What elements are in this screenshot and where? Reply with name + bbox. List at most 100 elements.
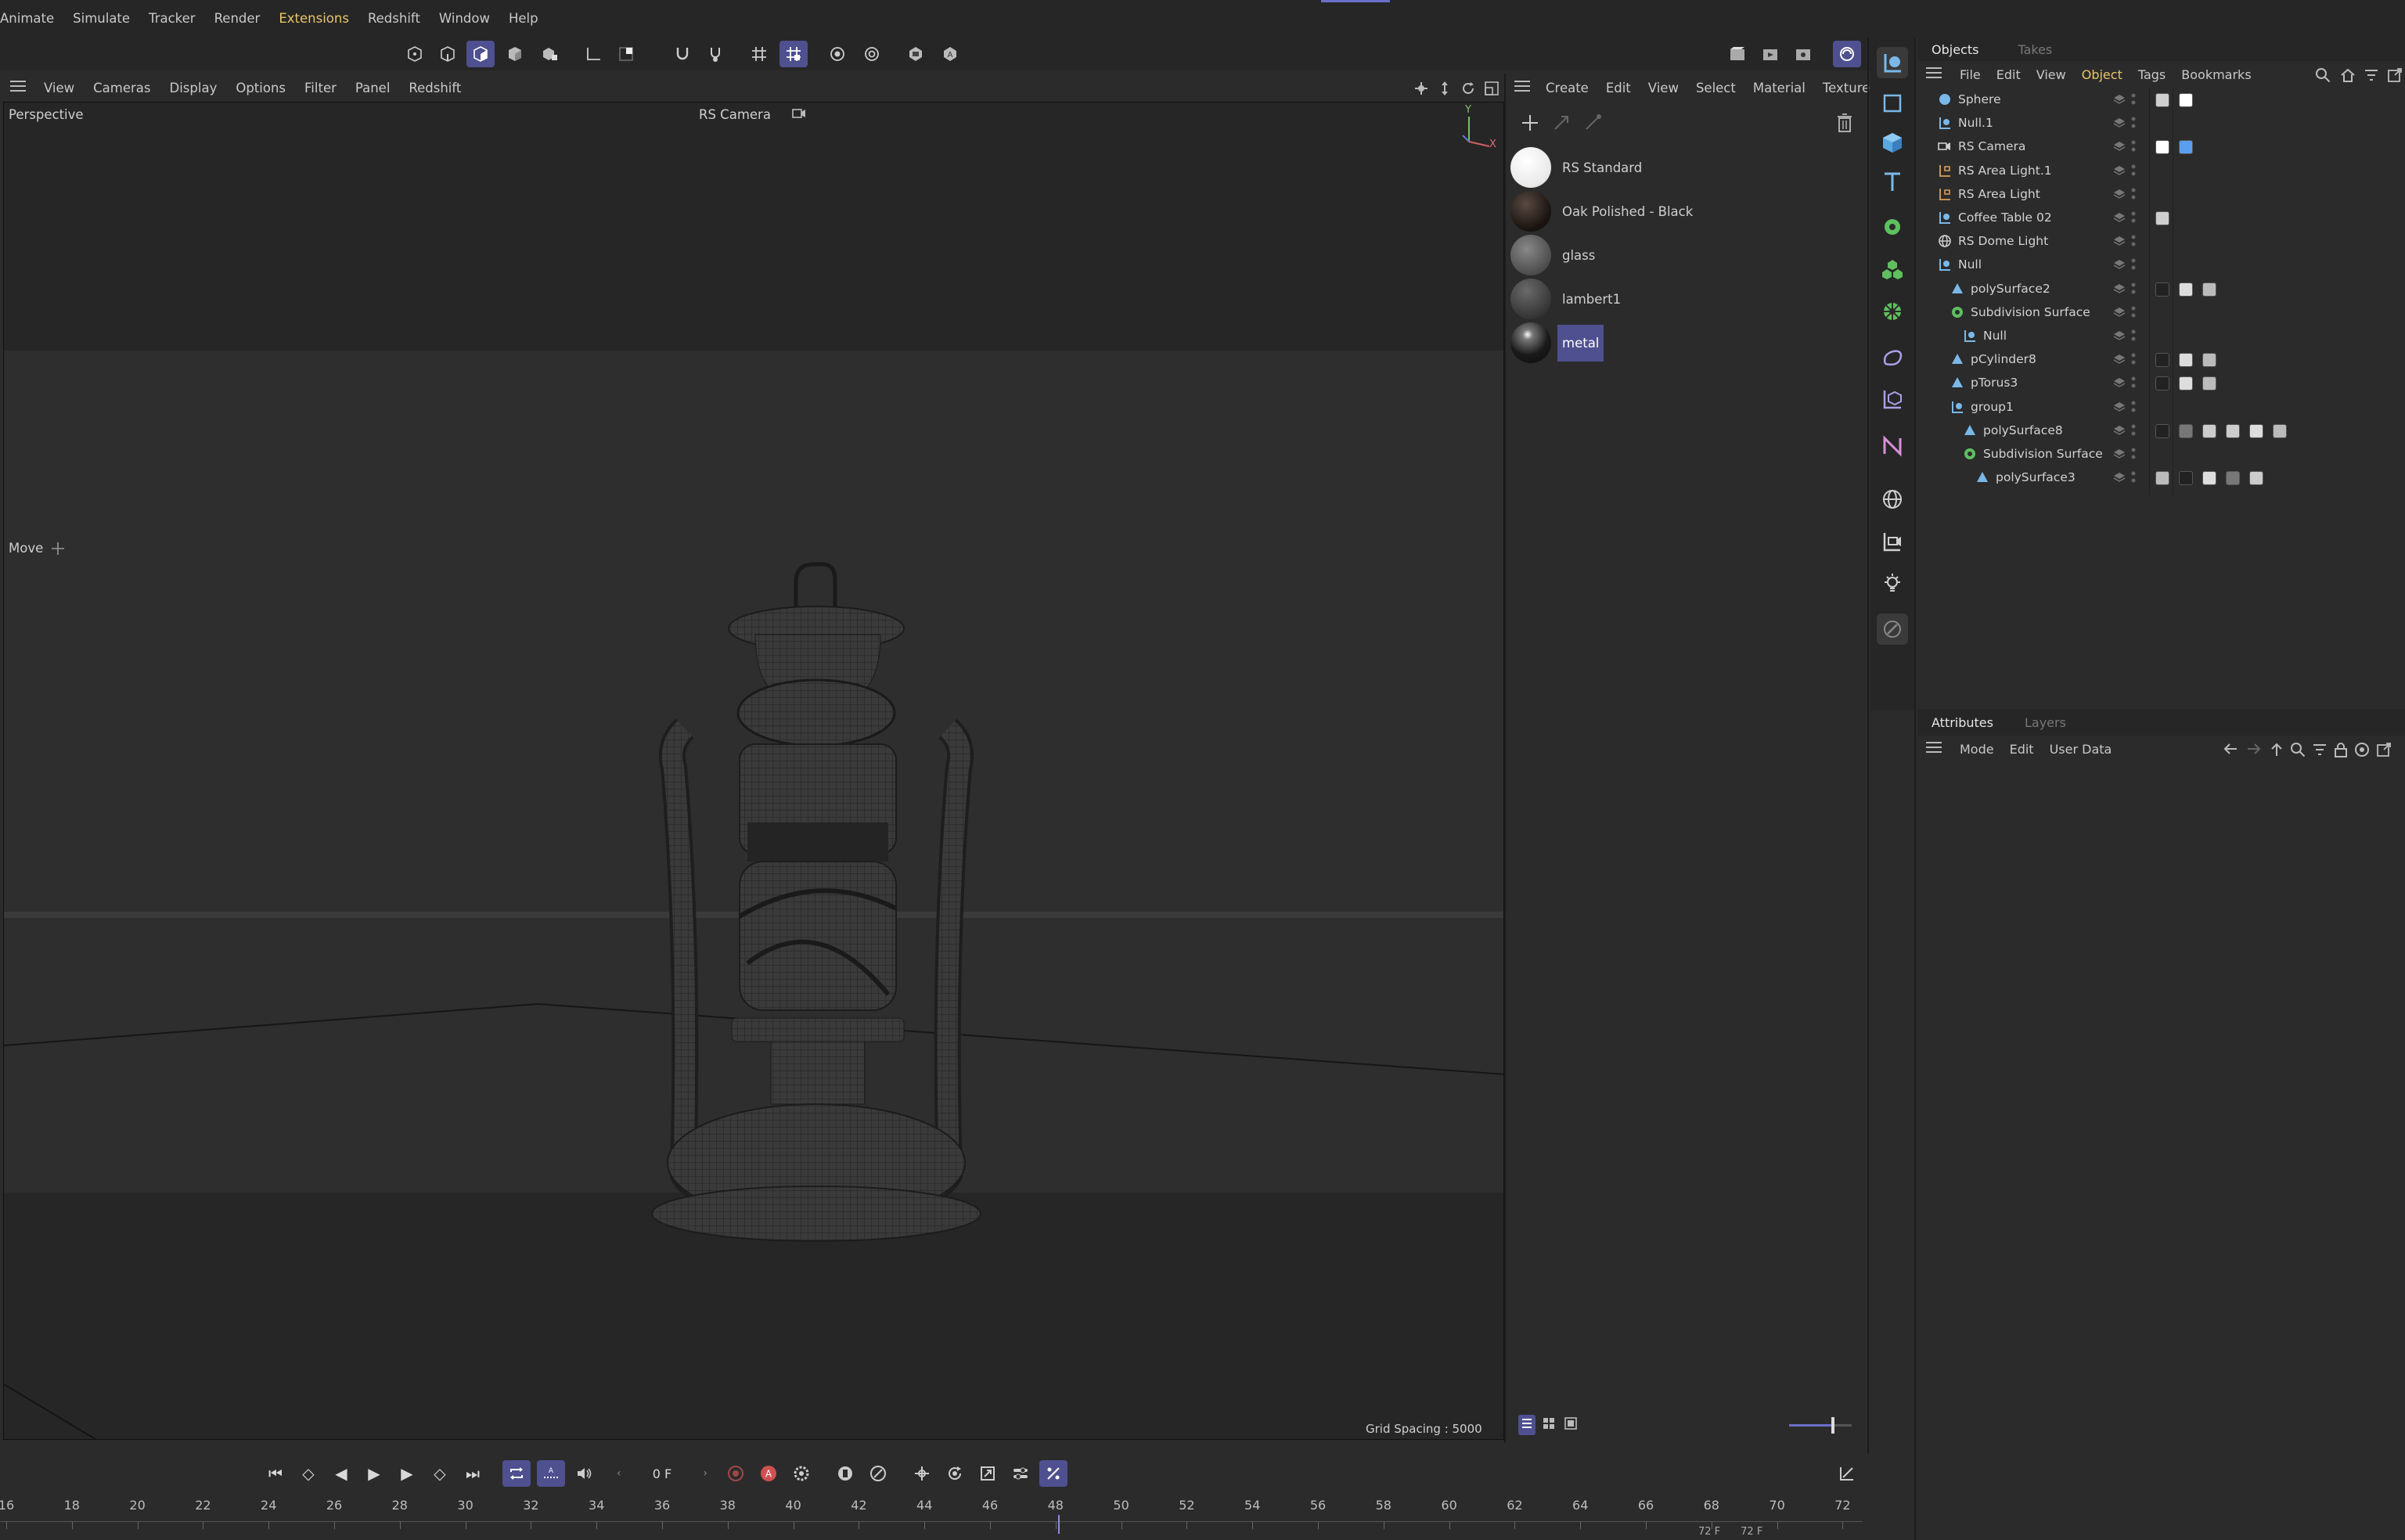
objects-hamburger-icon[interactable] bbox=[1925, 66, 1942, 83]
effector-icon[interactable] bbox=[1877, 296, 1908, 327]
object-tag-icon[interactable] bbox=[2202, 471, 2216, 486]
menu-window[interactable]: Window bbox=[430, 0, 499, 38]
obj-menu-tags[interactable]: Tags bbox=[2130, 67, 2173, 82]
object-row[interactable]: polySurface8 bbox=[1917, 419, 2405, 442]
object-tag-icon[interactable] bbox=[2249, 471, 2263, 486]
object-name[interactable]: pTorus3 bbox=[1971, 376, 2018, 390]
object-row[interactable]: Sphere bbox=[1917, 88, 2405, 111]
timeline-ruler[interactable]: 16 18 20 22 24 26 28 30 32 34 36 38 40 42 44 46 48 50 52 54… bbox=[0, 1493, 1870, 1540]
render-settings-icon[interactable] bbox=[1789, 41, 1817, 67]
object-tag-icon[interactable] bbox=[2155, 353, 2169, 368]
object-row[interactable]: pCylinder8 bbox=[1917, 347, 2405, 371]
menu-help[interactable]: Help bbox=[499, 0, 548, 38]
keyframe-selection-icon[interactable] bbox=[831, 1460, 859, 1487]
object-name[interactable]: Null.1 bbox=[1958, 116, 1993, 130]
delete-material-icon[interactable] bbox=[1836, 113, 1853, 136]
range-start-field[interactable]: 72 F bbox=[1698, 1526, 1720, 1538]
redshift-ipr-icon[interactable] bbox=[1833, 41, 1861, 67]
panel-divider[interactable] bbox=[1504, 74, 1506, 1443]
object-row[interactable]: Null bbox=[1917, 253, 2405, 276]
symmetry-icon[interactable] bbox=[858, 41, 886, 67]
object-tag-icon[interactable] bbox=[2202, 353, 2216, 368]
layer-toggle-icon[interactable] bbox=[2113, 354, 2126, 368]
object-tag-icon[interactable] bbox=[2249, 423, 2263, 438]
visibility-dots-icon[interactable] bbox=[2130, 352, 2137, 369]
visibility-dots-icon[interactable] bbox=[2130, 210, 2137, 228]
object-name[interactable]: Subdivision Surface bbox=[1983, 447, 2103, 461]
xpresso-icon[interactable] bbox=[1877, 430, 1908, 462]
layer-toggle-icon[interactable] bbox=[2113, 425, 2126, 439]
point-level-animation-icon[interactable] bbox=[1039, 1460, 1067, 1487]
layer-toggle-icon[interactable] bbox=[2113, 236, 2126, 250]
obj-menu-bookmarks[interactable]: Bookmarks bbox=[2173, 67, 2259, 82]
attr-filter-icon[interactable] bbox=[2312, 742, 2328, 761]
object-tag-icon[interactable] bbox=[2179, 282, 2193, 297]
object-name[interactable]: pCylinder8 bbox=[1971, 352, 2036, 366]
autokey-icon[interactable]: A bbox=[754, 1460, 783, 1487]
layer-toggle-icon[interactable] bbox=[2113, 141, 2126, 155]
visibility-dots-icon[interactable] bbox=[2130, 470, 2137, 488]
large-view-icon[interactable] bbox=[1562, 1415, 1579, 1435]
layer-toggle-icon[interactable] bbox=[2113, 117, 2126, 131]
layer-toggle-icon[interactable] bbox=[2113, 377, 2126, 391]
attr-menu-edit[interactable]: Edit bbox=[2002, 742, 2042, 757]
material-hamburger-icon[interactable] bbox=[1514, 79, 1531, 96]
object-row[interactable]: Null.1 bbox=[1917, 111, 2405, 135]
edges-mode-icon[interactable] bbox=[434, 41, 462, 67]
visibility-dots-icon[interactable] bbox=[2130, 400, 2137, 417]
object-name[interactable]: Null bbox=[1983, 329, 2007, 343]
play-icon[interactable]: ▶ bbox=[360, 1460, 388, 1487]
search-icon[interactable] bbox=[2315, 67, 2331, 86]
list-view-icon[interactable] bbox=[1518, 1415, 1536, 1435]
environment-globe-icon[interactable] bbox=[1877, 484, 1908, 515]
mat-menu-view[interactable]: View bbox=[1640, 81, 1687, 95]
object-row[interactable]: Null bbox=[1917, 324, 2405, 347]
layer-toggle-icon[interactable] bbox=[2113, 212, 2126, 226]
object-row[interactable]: Coffee Table 02 bbox=[1917, 206, 2405, 229]
light-object-icon[interactable] bbox=[1877, 568, 1908, 599]
rotate-icon[interactable] bbox=[1460, 81, 1476, 99]
material-item[interactable]: glass bbox=[1510, 235, 1600, 275]
object-row[interactable]: Subdivision Surface bbox=[1917, 442, 2405, 466]
object-tag-icon[interactable] bbox=[2226, 471, 2240, 486]
obj-menu-file[interactable]: File bbox=[1952, 67, 1989, 82]
deformer-bend-icon[interactable] bbox=[1877, 343, 1908, 374]
sketch-tool-icon[interactable] bbox=[1877, 613, 1908, 645]
up-arrow-icon[interactable] bbox=[2270, 742, 2284, 761]
visibility-dots-icon[interactable] bbox=[2130, 447, 2137, 464]
hamburger-icon[interactable] bbox=[9, 79, 27, 96]
object-row[interactable]: polySurface3 bbox=[1917, 466, 2405, 489]
rotation-track-icon[interactable] bbox=[941, 1460, 969, 1487]
texture-mode-icon[interactable] bbox=[535, 41, 563, 67]
object-tag-icon[interactable] bbox=[2202, 282, 2216, 297]
tab-layers[interactable]: Layers bbox=[2025, 715, 2066, 730]
spline-rectangle-icon[interactable] bbox=[1877, 88, 1908, 119]
object-tag-icon[interactable] bbox=[2155, 140, 2169, 155]
lock-icon[interactable] bbox=[2334, 742, 2348, 761]
snap-magnet-icon[interactable] bbox=[668, 41, 697, 67]
render-view-icon[interactable] bbox=[1723, 41, 1752, 67]
text-spline-icon[interactable] bbox=[1877, 166, 1908, 197]
object-name[interactable]: RS Area Light.1 bbox=[1958, 164, 2052, 178]
soft-selection-icon[interactable] bbox=[823, 41, 851, 67]
panel-divider[interactable] bbox=[1914, 38, 1916, 1540]
menu-redshift[interactable]: Redshift bbox=[358, 0, 430, 38]
solo-mode-icon[interactable] bbox=[612, 41, 640, 67]
polygons-mode-icon[interactable] bbox=[466, 41, 495, 67]
object-name[interactable]: RS Camera bbox=[1958, 139, 2025, 153]
object-tag-icon[interactable] bbox=[2179, 471, 2193, 486]
current-frame-field[interactable]: ‹ 0 F › bbox=[612, 1462, 712, 1485]
grid-view-icon[interactable] bbox=[1540, 1415, 1557, 1435]
new-window-icon[interactable] bbox=[2387, 67, 2403, 86]
visibility-dots-icon[interactable] bbox=[2130, 164, 2137, 181]
cloner-icon[interactable] bbox=[1877, 254, 1908, 285]
back-arrow-icon[interactable] bbox=[2223, 742, 2238, 759]
playhead-marker[interactable] bbox=[1058, 1515, 1060, 1534]
object-tag-icon[interactable] bbox=[2155, 471, 2169, 486]
axis-mode-icon[interactable] bbox=[579, 41, 607, 67]
object-name[interactable]: Sphere bbox=[1958, 92, 2001, 106]
vp-menu-view[interactable]: View bbox=[34, 81, 84, 95]
attr-menu-mode[interactable]: Mode bbox=[1952, 742, 2002, 757]
material-item-selected[interactable]: metal bbox=[1510, 322, 1604, 363]
object-name[interactable]: Null bbox=[1958, 257, 1982, 272]
